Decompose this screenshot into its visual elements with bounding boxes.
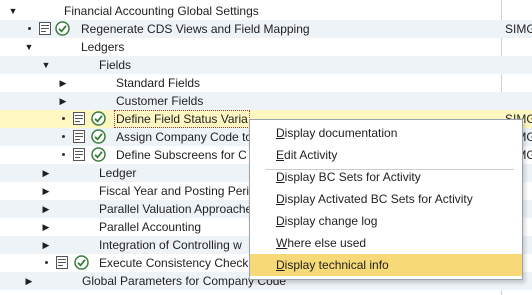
documentation-icon[interactable]	[56, 256, 68, 269]
tree-row[interactable]: ▼ Financial Accounting Global Settings	[0, 2, 532, 20]
menu-item-label: isplay documentation	[284, 126, 398, 140]
expand-icon[interactable]: ▶	[41, 238, 51, 252]
menu-item-mnemonic: W	[276, 236, 288, 250]
tree-node-label: Standard Fields	[116, 76, 201, 90]
tree-node-label: Regenerate CDS Views and Field Mapping	[81, 22, 310, 36]
expand-icon[interactable]: ▶	[41, 220, 51, 234]
expand-icon[interactable]: ▶	[58, 76, 68, 90]
menu-item-display-documentation[interactable]: Display documentation	[250, 122, 522, 144]
tree-node-label: Customer Fields	[116, 94, 204, 108]
tree-node-label: Ledger	[99, 166, 137, 180]
tree-node-label: Define Field Status Varia	[114, 110, 250, 128]
menu-item-mnemonic: D	[276, 192, 285, 206]
collapse-icon[interactable]: ▼	[41, 58, 51, 72]
tree-row[interactable]: ▶ Customer Fields	[0, 92, 532, 110]
tree-node-label: Integration of Controlling w	[99, 238, 242, 252]
menu-item-label: isplay BC Sets for Activity	[284, 170, 421, 184]
tree-node-label: Execute Consistency Check	[99, 256, 249, 270]
menu-item-mnemonic: E	[276, 148, 285, 162]
leaf-bullet-icon	[62, 153, 65, 156]
execute-activity-icon[interactable]	[55, 21, 70, 36]
expand-icon[interactable]: ▶	[58, 94, 68, 108]
activity-id: SIMG_	[505, 22, 532, 36]
menu-item-edit-activity[interactable]: Edit Activity	[250, 144, 522, 166]
documentation-icon[interactable]	[73, 112, 85, 125]
tree-row[interactable]: ▶ Standard Fields	[0, 74, 532, 92]
menu-item-label: dit Activity	[284, 148, 338, 162]
menu-item-display-technical-info[interactable]: Display technical info	[250, 254, 522, 276]
execute-activity-icon[interactable]	[74, 255, 89, 270]
collapse-icon[interactable]: ▼	[24, 40, 34, 54]
expand-icon[interactable]: ▶	[41, 184, 51, 198]
expand-icon[interactable]: ▶	[24, 274, 34, 288]
context-menu: Display documentation Edit Activity Disp…	[249, 119, 523, 280]
tree-node-label: Assign Company Code to	[116, 130, 253, 144]
menu-item-mnemonic: D	[276, 258, 285, 272]
menu-item-where-else-used[interactable]: Where else used	[250, 232, 522, 254]
documentation-icon[interactable]	[73, 148, 85, 161]
menu-item-label: isplay technical info	[284, 258, 389, 272]
leaf-bullet-icon	[28, 27, 31, 30]
menu-item-label: isplay change log	[284, 214, 378, 228]
tree-row[interactable]: ▼ Ledgers	[0, 38, 532, 56]
documentation-icon[interactable]	[73, 130, 85, 143]
tree-row[interactable]: ▼ Fields	[0, 56, 532, 74]
menu-item-label: here else used	[287, 236, 367, 250]
menu-item-mnemonic: D	[276, 170, 285, 184]
tree-node-label: Parallel Valuation Approache	[99, 202, 253, 216]
menu-item-mnemonic: D	[276, 214, 285, 228]
documentation-icon[interactable]	[39, 22, 51, 35]
tree-node-label: Fiscal Year and Posting Peri	[99, 184, 250, 198]
leaf-bullet-icon	[45, 261, 48, 264]
collapse-icon[interactable]: ▼	[8, 4, 18, 18]
menu-item-display-bc-sets[interactable]: Display BC Sets for Activity	[250, 166, 522, 188]
tree-node-label: Fields	[99, 58, 132, 72]
tree-node-label: Parallel Accounting	[99, 220, 202, 234]
expand-icon[interactable]: ▶	[41, 166, 51, 180]
tree-node-label: Define Subscreens for C	[116, 148, 247, 162]
menu-item-label: isplay Activated BC Sets for Activity	[284, 192, 473, 206]
expand-icon[interactable]: ▶	[41, 202, 51, 216]
menu-item-display-activated-bc-sets[interactable]: Display Activated BC Sets for Activity	[250, 188, 522, 210]
menu-item-display-change-log[interactable]: Display change log	[250, 210, 522, 232]
execute-activity-icon[interactable]	[91, 129, 106, 144]
execute-activity-icon[interactable]	[91, 147, 106, 162]
leaf-bullet-icon	[62, 135, 65, 138]
leaf-bullet-icon	[62, 117, 65, 120]
menu-item-mnemonic: D	[276, 126, 285, 140]
tree-row[interactable]: Regenerate CDS Views and Field Mapping S…	[0, 20, 532, 38]
tree-node-label: Ledgers	[81, 40, 125, 54]
execute-activity-icon[interactable]	[91, 111, 106, 126]
tree-node-label: Financial Accounting Global Settings	[64, 4, 259, 18]
